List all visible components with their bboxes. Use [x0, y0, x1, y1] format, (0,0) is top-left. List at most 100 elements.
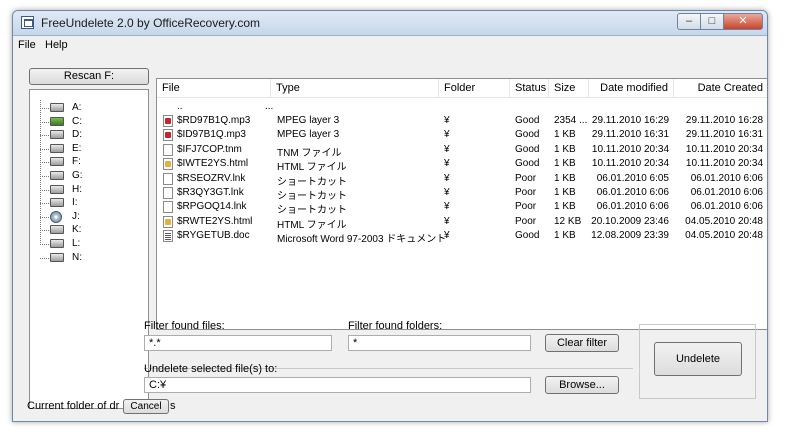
menu-bar: File Help: [13, 36, 767, 54]
cell-date-modified: 10.11.2010 20:34: [591, 158, 669, 170]
cell-type: ショートカット: [277, 176, 347, 188]
column-date-created[interactable]: Date Created: [674, 79, 767, 98]
cell-type: MPEG layer 3: [277, 115, 340, 126]
cell-size: 1 KB: [554, 143, 576, 155]
filter-files-input[interactable]: *.*: [144, 335, 332, 351]
cell-size: 1 KB: [554, 172, 576, 184]
maximize-button[interactable]: □: [700, 13, 724, 30]
rescan-button[interactable]: Rescan F:: [29, 68, 149, 85]
cell-file: $RSEOZRV.lnk: [177, 172, 246, 184]
drive-tree[interactable]: A: C: D: E: F: G: H: I: J: K: L: N:: [29, 89, 149, 409]
hard-drive-icon: [50, 252, 64, 262]
tree-item-label: H:: [72, 183, 82, 195]
browse-button[interactable]: Browse...: [545, 376, 619, 394]
tree-connector: [40, 216, 49, 218]
cell-date-created: 29.11.2010 16:28: [685, 115, 763, 126]
cell-folder: ¥: [444, 215, 450, 227]
cell-file: $RWTE2YS.html: [177, 215, 253, 227]
undelete-group: Undelete: [639, 324, 756, 399]
tree-item-label: L:: [72, 238, 81, 249]
system-drive-icon: [50, 116, 64, 126]
tree-connector: [40, 148, 49, 150]
tree-item-label: N:: [72, 251, 82, 263]
tree-item-label: J:: [72, 210, 80, 222]
cell-date-created: 04.05.2010 20:48: [685, 215, 763, 227]
window-title: FreeUndelete 2.0 by OfficeRecovery.com: [41, 16, 260, 30]
cell-status: Poor: [515, 201, 537, 213]
cell-folder: ¥: [444, 172, 450, 184]
filter-folders-input[interactable]: *: [348, 335, 531, 351]
tree-connector: [40, 176, 49, 177]
column-date-modified[interactable]: Date modified: [589, 79, 674, 98]
column-status[interactable]: Status: [510, 79, 549, 98]
undelete-button[interactable]: Undelete: [654, 342, 742, 376]
cell-size: 1 KB: [554, 187, 576, 198]
cell-folder: ¥: [444, 115, 450, 126]
tree-connector: [40, 203, 49, 205]
tree-connector: [40, 135, 49, 137]
clear-filter-button[interactable]: Clear filter: [545, 334, 619, 352]
list-header: File Type Folder Status Size Date modifi…: [157, 79, 767, 98]
tree-connector: [40, 162, 49, 164]
tree-connector: [40, 189, 49, 191]
cell-date-created: 04.05.2010 20:48: [685, 230, 763, 242]
hard-drive-icon: [50, 225, 64, 235]
file-icon: [163, 187, 173, 199]
main-window: FreeUndelete 2.0 by OfficeRecovery.com –…: [12, 10, 768, 422]
cell-date-modified: 12.08.2009 23:39: [591, 230, 669, 242]
cd-drive-icon: [50, 210, 62, 223]
close-button[interactable]: ✕: [723, 13, 763, 30]
hard-drive-icon: [50, 157, 64, 167]
html-file-icon: [163, 158, 173, 171]
hard-drive-icon: [50, 130, 64, 140]
cell-date-modified: 20.10.2009 23:46: [591, 215, 669, 227]
column-type[interactable]: Type: [271, 79, 439, 98]
tree-connector: [40, 121, 49, 123]
column-folder[interactable]: Folder: [439, 79, 510, 98]
cell-date-modified: 29.11.2010 16:29: [591, 115, 669, 126]
cell-type: HTML ファイル: [277, 219, 347, 231]
hard-drive-icon: [50, 198, 64, 208]
cell-file: $ID97B1Q.mp3: [177, 129, 246, 141]
file-list[interactable]: File Type Folder Status Size Date modifi…: [156, 78, 767, 330]
cell-type: HTML ファイル: [277, 162, 347, 174]
parent-row-file[interactable]: ..: [177, 101, 183, 112]
cancel-button[interactable]: Cancel: [123, 399, 169, 414]
cell-status: Poor: [515, 215, 537, 227]
column-file[interactable]: File: [157, 79, 271, 98]
minimize-button[interactable]: –: [677, 13, 701, 30]
filter-folders-label: Filter found folders:: [348, 320, 443, 332]
floppy-drive-icon: [50, 103, 64, 112]
column-size[interactable]: Size: [549, 79, 589, 98]
cell-date-modified: 06.01.2010 6:06: [596, 201, 669, 213]
cell-size: 2354 ...: [554, 115, 588, 126]
cell-folder: ¥: [444, 158, 450, 170]
cell-type: Microsoft Word 97-2003 ドキュメント: [277, 234, 447, 246]
cell-status: Good: [515, 158, 540, 170]
cell-folder: ¥: [444, 230, 450, 242]
undelete-target-label: Undelete selected file(s) to:: [144, 363, 278, 375]
cell-status: Good: [515, 143, 540, 155]
cell-type: ショートカット: [277, 205, 347, 217]
cell-size: 1 KB: [554, 129, 576, 141]
hard-drive-icon: [50, 171, 64, 180]
cell-date-created: 10.11.2010 20:34: [685, 158, 763, 170]
undelete-target-input[interactable]: C:¥: [144, 377, 531, 393]
menu-file[interactable]: File: [18, 39, 36, 51]
menu-help[interactable]: Help: [45, 39, 68, 51]
title-bar[interactable]: FreeUndelete 2.0 by OfficeRecovery.com –…: [13, 11, 767, 36]
tree-item-label: F:: [72, 156, 81, 168]
status-bar: Current folder of dr Cancel s: [13, 396, 767, 421]
tree-item-label: E:: [72, 142, 82, 154]
cell-size: 1 KB: [554, 230, 576, 242]
cell-date-modified: 06.01.2010 6:05: [596, 172, 669, 184]
hard-drive-icon: [50, 143, 64, 153]
cell-date-created: 10.11.2010 20:34: [685, 143, 763, 155]
cell-folder: ¥: [444, 187, 450, 198]
hard-drive-icon: [50, 239, 64, 248]
cell-folder: ¥: [444, 129, 450, 141]
cell-date-modified: 10.11.2010 20:34: [591, 143, 669, 155]
cell-status: Good: [515, 115, 540, 126]
cell-date-modified: 06.01.2010 6:06: [596, 187, 669, 198]
mp3-file-icon: [163, 129, 173, 142]
